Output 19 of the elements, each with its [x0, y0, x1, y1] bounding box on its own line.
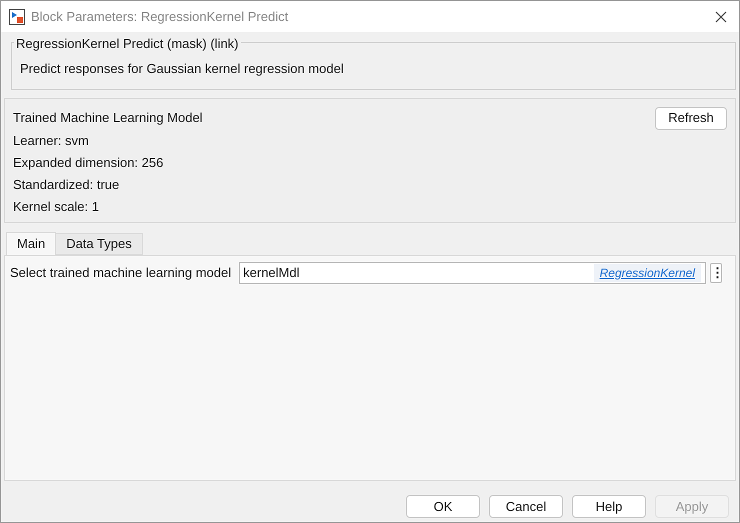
- close-icon[interactable]: [715, 10, 727, 22]
- parameter-label: Select trained machine learning model: [10, 264, 232, 282]
- panel-title: Trained Machine Learning Model: [13, 109, 203, 128]
- tab[interactable]: Data Types: [56, 232, 143, 254]
- refresh-button[interactable]: Refresh: [655, 106, 727, 130]
- mask-description: Predict responses for Gaussian kernel regression model: [20, 60, 345, 78]
- model-detail: Kernel scale: 1: [13, 198, 99, 216]
- dialog-button[interactable]: Cancel: [489, 495, 563, 518]
- more-options-button[interactable]: ⋮: [710, 262, 722, 282]
- model-detail: Standardized: true: [13, 176, 120, 194]
- dialog-button[interactable]: OK: [406, 495, 480, 518]
- model-detail: Learner: svm: [13, 132, 89, 150]
- block-icon: [9, 8, 25, 24]
- dialog-button[interactable]: Help: [572, 495, 646, 518]
- model-type-link[interactable]: RegressionKernel: [594, 264, 701, 282]
- tab[interactable]: Main: [6, 232, 56, 254]
- model-detail: Expanded dimension: 256: [13, 154, 164, 172]
- model-field[interactable]: kernelMdl RegressionKernel: [239, 262, 706, 284]
- window-title: Block Parameters: RegressionKernel Predict: [31, 8, 288, 26]
